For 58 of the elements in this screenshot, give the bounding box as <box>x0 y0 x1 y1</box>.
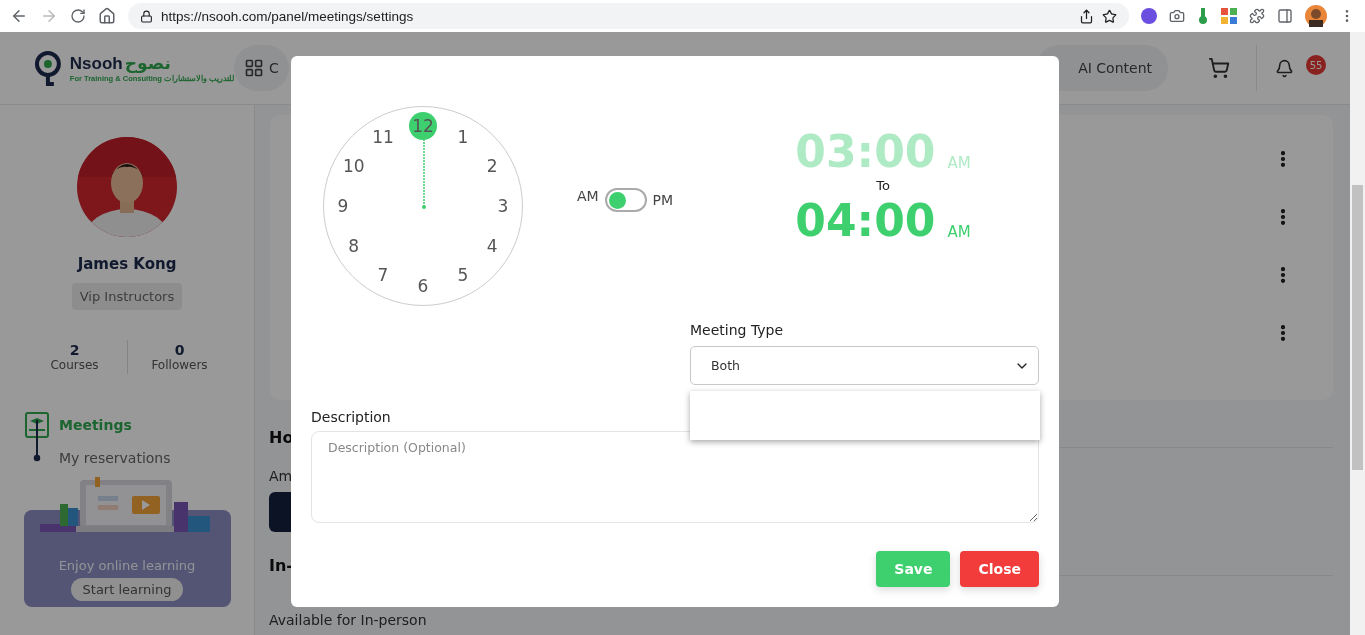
clock-hour[interactable]: 3 <box>489 192 517 220</box>
section-heading: In- <box>269 556 293 575</box>
reload-icon[interactable] <box>70 8 86 24</box>
field-label: Description <box>311 409 392 425</box>
clock-hour[interactable]: 1 <box>449 122 477 151</box>
side-panel-icon[interactable] <box>1277 8 1293 24</box>
pin-extension-icon[interactable] <box>1197 8 1209 24</box>
logo-arabic-text: نصوح <box>124 53 171 73</box>
stat-label: Courses <box>50 358 99 372</box>
extensions-icon[interactable] <box>1249 8 1265 24</box>
dialog-button[interactable]: Close <box>960 551 1039 587</box>
bookmark-star-icon[interactable] <box>1102 8 1117 24</box>
time-period: AM <box>947 154 971 172</box>
extension-icon[interactable] <box>1141 8 1157 24</box>
clock-hour[interactable]: 10 <box>339 152 368 180</box>
role-badge: Vip Instructors <box>71 283 183 310</box>
lock-icon <box>140 9 153 23</box>
start-learning-button[interactable]: Start learning <box>70 578 184 601</box>
pm-label: PM <box>652 192 674 208</box>
clock-hour[interactable]: 5 <box>449 261 477 290</box>
clock-hour[interactable]: 8 <box>339 232 368 260</box>
field-label: Available for In-person <box>269 612 427 628</box>
clock-hand <box>422 138 426 209</box>
am-label: AM <box>576 188 599 204</box>
clock-hour[interactable]: 4 <box>478 232 507 260</box>
notifications-icon[interactable] <box>1275 58 1294 78</box>
time-period: AM <box>947 223 971 241</box>
share-icon[interactable] <box>1079 8 1094 24</box>
stat-value: 2 <box>69 342 80 358</box>
grid-extension-icon[interactable] <box>1221 8 1237 24</box>
profile-name: James Kong <box>77 255 177 273</box>
field-label: Meeting Type <box>690 322 785 338</box>
back-icon[interactable] <box>10 7 28 25</box>
grid-icon <box>244 58 264 78</box>
home-icon[interactable] <box>98 7 116 25</box>
clock-hour[interactable]: 7 <box>369 261 397 290</box>
camera-icon[interactable] <box>1169 8 1185 24</box>
cart-icon[interactable] <box>1208 57 1230 79</box>
timeline-line <box>36 420 38 456</box>
meeting-type-select[interactable]: Both <box>690 346 1039 385</box>
url-text: https://nsooh.com/panel/meetings/settings <box>161 8 415 24</box>
notification-badge: 55 <box>1306 55 1326 75</box>
clock-hour[interactable]: 12 <box>409 112 437 140</box>
stat-value: 0 <box>174 342 185 358</box>
clock-hour[interactable]: 6 <box>409 272 437 300</box>
stat-label: Followers <box>151 358 208 372</box>
field-label: Am <box>269 468 293 484</box>
promo-text: Enjoy online learning <box>58 558 196 573</box>
categories-button[interactable]: C <box>234 45 289 91</box>
description-field[interactable]: Description (Optional) <box>311 431 1039 523</box>
address-bar[interactable]: https://nsooh.com/panel/meetings/settings <box>128 3 1129 29</box>
clock-hour[interactable]: 11 <box>369 122 397 151</box>
am-pm-switch[interactable] <box>604 188 647 212</box>
range-separator: To <box>876 178 890 193</box>
clock-hour[interactable]: 2 <box>478 152 507 180</box>
nav-link[interactable]: My reservations <box>59 450 171 466</box>
clock-hour[interactable]: 9 <box>329 192 357 220</box>
logo-text: Nsooh <box>69 54 123 74</box>
